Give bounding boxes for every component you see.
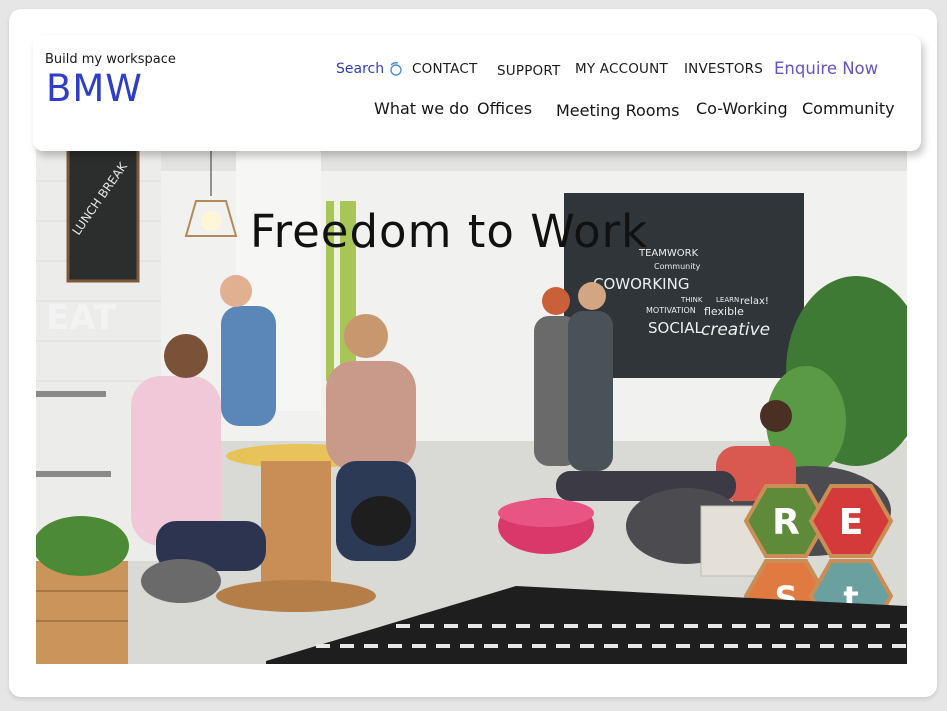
chalk-creative: creative <box>701 320 770 340</box>
nav-meeting-rooms[interactable]: Meeting Rooms <box>556 101 680 120</box>
chalk-social: SOCIAL <box>648 319 703 337</box>
chalk-flexible: flexible <box>704 305 744 318</box>
rest-letter-e: E <box>839 502 864 543</box>
nav-what-we-do[interactable]: What we do <box>374 99 469 118</box>
nav-investors[interactable]: INVESTORS <box>684 61 763 77</box>
site-logo[interactable]: BMW <box>46 67 143 110</box>
search-label: Search <box>336 61 385 77</box>
nav-offices[interactable]: Offices <box>477 99 532 118</box>
chalk-relax: relax! <box>740 296 769 307</box>
nav-support[interactable]: SUPPORT <box>497 63 560 79</box>
chalk-motivation: MOTIVATION <box>646 306 696 315</box>
search-icon <box>388 61 404 77</box>
site-tagline: Build my workspace <box>45 52 176 67</box>
chalk-coworking: COWORKING <box>593 275 689 293</box>
search-link[interactable]: Search <box>336 61 404 77</box>
chalk-community: Community <box>654 262 701 271</box>
page-frame: Build my workspace BMW Search CONTACT SU… <box>9 9 937 697</box>
hero-title: Freedom to Work <box>250 205 649 258</box>
chalk-learn: LEARN <box>716 296 739 304</box>
chalk-think: THINK <box>680 296 703 304</box>
nav-co-working[interactable]: Co-Working <box>696 99 788 118</box>
rest-letter-r: R <box>772 502 800 543</box>
nav-contact[interactable]: CONTACT <box>412 61 477 77</box>
nav-my-account[interactable]: MY ACCOUNT <box>575 61 668 77</box>
nav-community[interactable]: Community <box>802 99 895 118</box>
eat-sign: EAT <box>46 298 117 338</box>
enquire-now-button[interactable]: Enquire Now <box>774 59 878 78</box>
